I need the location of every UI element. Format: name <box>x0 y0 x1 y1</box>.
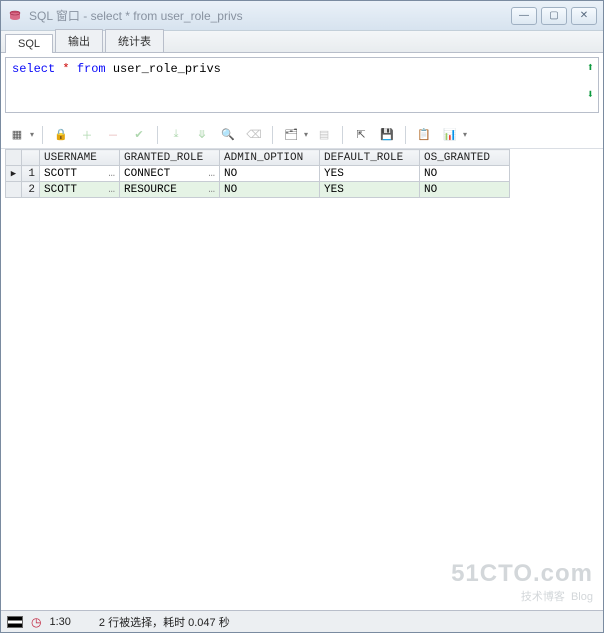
results-grid-wrapper: USERNAME GRANTED_ROLE ADMIN_OPTION DEFAU… <box>1 149 603 610</box>
copy-to-excel-icon[interactable]: 📋 <box>414 125 434 145</box>
remove-row-icon[interactable]: － <box>103 125 123 145</box>
cell-admin-option[interactable]: NO <box>220 182 320 198</box>
clear-icon[interactable]: ⌫ <box>244 125 264 145</box>
col-username[interactable]: USERNAME <box>40 150 120 166</box>
grid-rownum-header <box>22 150 40 166</box>
cell-granted-role[interactable]: CONNECT… <box>120 166 220 182</box>
close-button[interactable]: ✕ <box>571 7 597 25</box>
window-title: SQL 窗口 - select * from user_role_privs <box>29 7 511 24</box>
lock-icon[interactable]: 🔒 <box>51 125 71 145</box>
dropdown-icon[interactable]: ▾ <box>463 130 467 139</box>
sql-keyword-from: from <box>77 62 106 76</box>
col-granted-role[interactable]: GRANTED_ROLE <box>120 150 220 166</box>
dropdown-icon[interactable]: ▾ <box>30 130 34 139</box>
row-indicator: ▶ <box>6 166 22 182</box>
sql-keyword-select: select <box>12 62 55 76</box>
cell-editor-icon[interactable]: … <box>206 168 215 180</box>
linked-query-icon[interactable]: ▤ <box>314 125 334 145</box>
tab-output[interactable]: 输出 <box>55 29 103 52</box>
status-time: 1:30 <box>49 616 70 628</box>
cell-os-granted[interactable]: NO <box>420 182 510 198</box>
status-bar: ◷ 1:30 2 行被选择，耗时 0.047 秒 <box>1 610 603 632</box>
dropdown-icon[interactable]: ▾ <box>304 130 308 139</box>
row-number: 1 <box>22 166 40 182</box>
row-number: 2 <box>22 182 40 198</box>
grid-header-row: USERNAME GRANTED_ROLE ADMIN_OPTION DEFAU… <box>6 150 510 166</box>
maximize-button[interactable]: ▢ <box>541 7 567 25</box>
cell-editor-icon[interactable]: … <box>106 184 115 196</box>
fetch-all-icon[interactable]: ⤋ <box>192 125 212 145</box>
result-tabs: SQL 输出 统计表 <box>1 31 603 53</box>
grid-corner <box>6 150 22 166</box>
cell-granted-role[interactable]: RESOURCE… <box>120 182 220 198</box>
titlebar: SQL 窗口 - select * from user_role_privs —… <box>1 1 603 31</box>
cell-username[interactable]: SCOTT… <box>40 182 120 198</box>
history-nav: ⬆ ⬇ <box>587 60 594 102</box>
app-window: SQL 窗口 - select * from user_role_privs —… <box>0 0 604 633</box>
clock-icon: ◷ <box>31 615 41 629</box>
sql-editor[interactable]: select * from user_role_privs ⬆ ⬇ <box>5 57 599 113</box>
row-indicator <box>6 182 22 198</box>
grid-toolbar: ▦▾ 🔒 ＋ － ✔ ⤓ ⤋ 🔍 ⌫ 🗂▾ ▤ ⇱ 💾 📋 📊▾ <box>1 121 603 149</box>
app-icon <box>7 8 23 24</box>
save-icon[interactable]: 💾 <box>377 125 397 145</box>
separator <box>405 126 406 144</box>
col-os-granted[interactable]: OS_GRANTED <box>420 150 510 166</box>
cell-editor-icon[interactable]: … <box>106 168 115 180</box>
history-next-icon[interactable]: ⬇ <box>587 87 594 102</box>
chart-icon[interactable]: 📊 <box>440 125 460 145</box>
col-default-role[interactable]: DEFAULT_ROLE <box>320 150 420 166</box>
cell-username[interactable]: SCOTT… <box>40 166 120 182</box>
results-grid[interactable]: USERNAME GRANTED_ROLE ADMIN_OPTION DEFAU… <box>5 149 510 198</box>
separator <box>42 126 43 144</box>
sql-star: * <box>62 62 69 76</box>
tab-sql[interactable]: SQL <box>5 34 53 53</box>
tab-stats[interactable]: 统计表 <box>105 29 164 52</box>
current-row-icon: ▶ <box>11 169 16 179</box>
cell-os-granted[interactable]: NO <box>420 166 510 182</box>
window-buttons: — ▢ ✕ <box>511 7 597 25</box>
cell-default-role[interactable]: YES <box>320 182 420 198</box>
single-record-icon[interactable]: 🗂 <box>281 125 301 145</box>
cell-default-role[interactable]: YES <box>320 166 420 182</box>
status-message: 2 行被选择，耗时 0.047 秒 <box>99 614 230 630</box>
separator <box>342 126 343 144</box>
minimize-button[interactable]: — <box>511 7 537 25</box>
table-row[interactable]: ▶ 1 SCOTT… CONNECT… NO YES NO <box>6 166 510 182</box>
add-row-icon[interactable]: ＋ <box>77 125 97 145</box>
table-row[interactable]: 2 SCOTT… RESOURCE… NO YES NO <box>6 182 510 198</box>
col-admin-option[interactable]: ADMIN_OPTION <box>220 150 320 166</box>
fetch-next-icon[interactable]: ⤓ <box>166 125 186 145</box>
grid-options-icon[interactable]: ▦ <box>7 125 27 145</box>
post-edit-icon[interactable]: ✔ <box>129 125 149 145</box>
cell-editor-icon[interactable]: … <box>206 184 215 196</box>
separator <box>157 126 158 144</box>
find-icon[interactable]: 🔍 <box>218 125 238 145</box>
cell-admin-option[interactable]: NO <box>220 166 320 182</box>
sql-identifier: user_role_privs <box>113 62 221 76</box>
status-flag-icon <box>7 616 23 628</box>
history-prev-icon[interactable]: ⬆ <box>587 60 594 75</box>
separator <box>272 126 273 144</box>
export-icon[interactable]: ⇱ <box>351 125 371 145</box>
